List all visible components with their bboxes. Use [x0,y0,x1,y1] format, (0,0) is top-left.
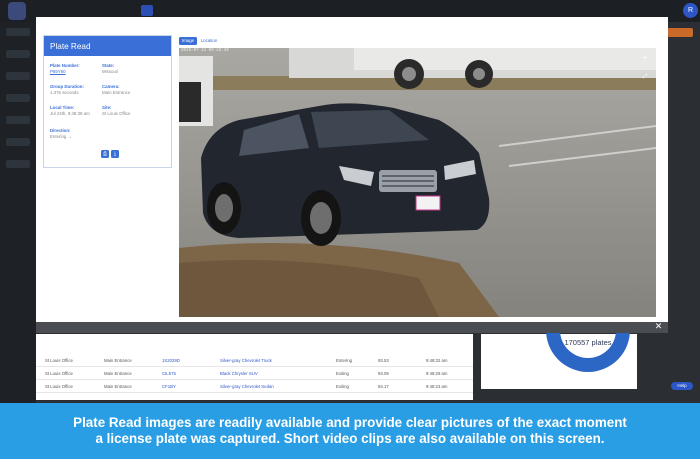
site-field: Site: St Louis Office [102,105,130,117]
cell-duration: 93.17 [378,384,389,389]
sidebar-item[interactable] [6,116,30,124]
field-value: Missouri [102,68,119,74]
cell-camera: Main Entrance [104,358,132,363]
field-value: Entering → [50,133,72,139]
cell-vehicle[interactable]: Silver-gray Chevrolet Sedan [220,384,274,389]
cell-time: 9:48:23 am [426,384,448,389]
cell-time: 9:48:32 am [426,358,448,363]
sidebar-item[interactable] [6,50,30,58]
field-value: Jul 24th, 9:48:39 am [50,110,90,116]
field-value: St Louis Office [102,110,131,116]
cell-direction: Entering [336,358,353,363]
app-logo [8,2,26,20]
cell-plate[interactable]: CF1BY [162,384,176,389]
cell-direction: Exiting [336,371,349,376]
group-duration-field: Group Duration: 1.376 seconds [50,84,84,96]
sidebar-item[interactable] [6,94,30,102]
image-timestamp: 2019-07-24 09:48:39 [181,49,229,53]
plate-read-modal: Plate Read Plate Number: P85Y60 State: M… [36,17,668,333]
sidebar-item[interactable] [6,138,30,146]
cell-direction: Exiting [336,384,349,389]
direction-field: Direction: Entering → [50,128,72,140]
cell-camera: Main Entrance [104,384,132,389]
sidebar-item[interactable] [6,72,30,80]
cell-camera: Main Entrance [104,371,132,376]
plate-read-photo[interactable] [179,48,656,317]
camera-field: Camera: Main Entrance [102,84,130,96]
plate-number-link[interactable]: P85Y60 [50,69,80,75]
cell-site: St Louis Office [45,358,73,363]
field-value: Main Entrance [102,89,131,95]
user-avatar[interactable]: R [683,3,698,18]
donut-label: 170557 plates [564,338,611,347]
table-row[interactable]: St Louis Office Main Entrance CIL575 Bla… [36,367,473,380]
cell-vehicle[interactable]: Black Chrysler SUV [220,371,258,376]
help-button[interactable]: Help [671,382,693,390]
cell-duration: 93.53 [378,358,389,363]
caption-text: Plate Read images are readily available … [73,415,627,446]
cell-duration: 93.09 [378,371,389,376]
tab-image[interactable]: Image [179,37,197,45]
plate-read-card: Plate Read Plate Number: P85Y60 State: M… [43,35,172,168]
download-button[interactable]: ⤓ [111,150,119,158]
background-action-button[interactable] [667,28,693,37]
cell-plate[interactable]: 1S2029D [162,358,180,363]
donut-arc [546,330,630,372]
print-button[interactable]: ⎙ [101,150,109,158]
cell-site: St Louis Office [45,371,73,376]
sidebar-item[interactable] [6,160,30,168]
close-icon[interactable]: ✕ [653,321,664,332]
vehicle-image [179,48,656,317]
table-row[interactable]: St Louis Office Main Entrance CF1BY Silv… [36,380,473,393]
modal-footer-bar [36,322,668,333]
cell-vehicle[interactable]: Silver-gray Chevrolet Truck [220,358,272,363]
topbar-button[interactable] [141,5,153,16]
zoom-in-icon[interactable]: + [641,54,649,62]
local-time-field: Local Time: Jul 24th, 9:48:39 am [50,105,90,117]
field-value: 1.376 seconds [50,89,79,95]
card-title: Plate Read [44,36,171,56]
plate-reads-table: St Louis Office Main Entrance 1S2029D Si… [36,334,473,400]
fullscreen-icon[interactable]: ⤢ [641,73,649,81]
caption-banner: Plate Read images are readily available … [0,403,700,459]
sidebar-item[interactable] [6,28,30,36]
state-field: State: Missouri [102,63,118,75]
table-row[interactable]: St Louis Office Main Entrance 1S2029D Si… [36,354,473,367]
cell-time: 9:48:29 am [426,371,448,376]
tab-location[interactable]: Location [200,37,218,45]
plate-number-field: Plate Number: P85Y60 [50,63,80,75]
cell-site: St Louis Office [45,384,73,389]
app-sidebar [0,22,36,403]
cell-plate[interactable]: CIL575 [162,371,176,376]
